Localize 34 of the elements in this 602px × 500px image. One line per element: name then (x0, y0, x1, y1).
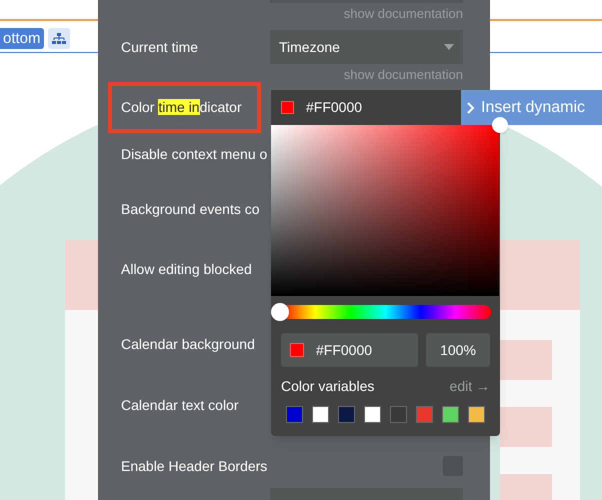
hue-handle[interactable] (271, 303, 289, 321)
setting-label: Allow editing blocked (121, 260, 252, 279)
color-swatch (281, 101, 294, 114)
color-variable-swatch[interactable] (416, 406, 433, 423)
insert-dynamic-tab[interactable]: Insert dynamic (461, 90, 602, 125)
color-swatch (290, 343, 304, 357)
toolbar-button[interactable]: ottom (0, 28, 44, 49)
timezone-dropdown[interactable]: Timezone (270, 30, 463, 64)
color-variable-swatch[interactable] (442, 406, 459, 423)
color-variable-swatch[interactable] (338, 406, 355, 423)
setting-label: Current time (121, 38, 200, 56)
setting-label: Disable context menu o (121, 144, 268, 164)
documentation-link[interactable]: show documentation (344, 4, 463, 24)
edit-link[interactable]: edit → (450, 376, 490, 396)
setting-label: Enable Header Borders (121, 456, 268, 476)
color-field[interactable]: #FF0000 (271, 90, 462, 125)
opacity-field[interactable]: 100% (426, 333, 490, 367)
documentation-link[interactable]: show documentation (344, 65, 463, 85)
setting-label: Calendar text color (121, 396, 239, 414)
setting-label: Calendar background (121, 334, 255, 354)
color-variable-swatch[interactable] (390, 406, 407, 423)
color-variable-swatch[interactable] (286, 406, 303, 423)
color-variable-swatch[interactable] (312, 406, 329, 423)
setting-label: Background events co (121, 200, 260, 219)
color-variable-swatch[interactable] (468, 406, 485, 423)
chevron-icon (467, 102, 475, 114)
caret-icon (444, 44, 454, 50)
saturation-area[interactable] (271, 125, 499, 296)
hierarchy-icon (52, 32, 66, 44)
section-title: Color variables (281, 376, 374, 396)
setting-label: Color time indicator (121, 98, 242, 117)
color-variable-swatch[interactable] (364, 406, 381, 423)
hierarchy-button[interactable] (48, 28, 70, 49)
hex-field[interactable]: #FF0000 (281, 333, 418, 367)
